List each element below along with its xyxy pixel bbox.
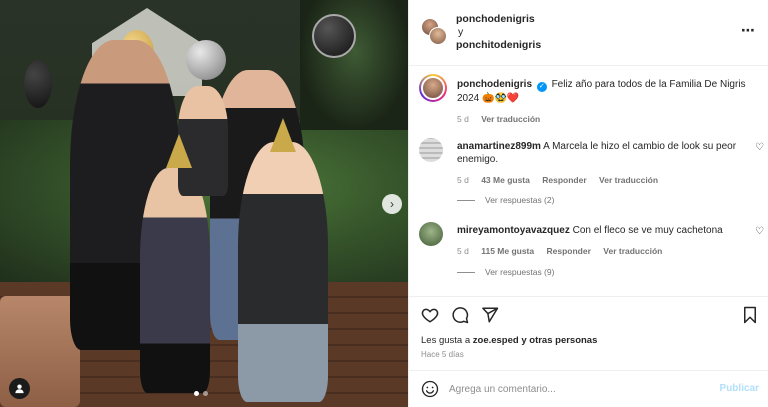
post-header: ponchodenigris y ponchitodenigris ⋯ [409, 0, 768, 66]
comment-time: 5 d [457, 246, 469, 256]
comment-body: mireyamontoyavazquez Con el fleco se ve … [457, 224, 747, 258]
comment-time: 5 d [457, 175, 469, 185]
avatar [429, 27, 447, 45]
story-ring-avatar[interactable] [419, 74, 447, 102]
replies-divider [457, 199, 475, 201]
author-conjunction: y [458, 26, 464, 38]
comment-likes[interactable]: 115 Me gusta [481, 246, 534, 256]
comment-composer: Publicar [409, 370, 768, 407]
caption-meta: 5 d Ver traducción [457, 113, 759, 126]
comment-likes[interactable]: 43 Me gusta [481, 175, 530, 185]
carousel-dot-active [194, 391, 199, 396]
see-translation-link[interactable]: Ver traducción [481, 114, 540, 124]
likes-prefix: Les gusta a [421, 335, 473, 346]
comment-icon[interactable] [451, 306, 469, 324]
like-comment-heart-icon[interactable]: ♡ [755, 142, 764, 153]
collab-avatars[interactable] [421, 18, 447, 46]
new-year-balloon [312, 14, 356, 58]
comment-body: anamartinez899m A Marcela le hizo el cam… [457, 140, 747, 187]
view-replies-button[interactable]: Ver respuestas (2) [457, 195, 554, 205]
post-photo[interactable]: › [0, 0, 408, 407]
person-boy [238, 142, 328, 402]
caption-username[interactable]: ponchodenigris [457, 79, 532, 90]
post-side-panel: ponchodenigris y ponchitodenigris ⋯ ponc… [408, 0, 768, 407]
carousel-dot [203, 391, 208, 396]
verified-badge-icon: ✓ [536, 82, 547, 92]
party-hat [166, 134, 192, 168]
comment-meta: 5 d 43 Me gusta Responder Ver traducción [457, 174, 747, 187]
bookmark-icon[interactable] [741, 306, 759, 324]
avatar [421, 76, 445, 100]
silver-balloon [186, 40, 226, 80]
likes-summary[interactable]: Les gusta a zoe.esped y otras personas [421, 335, 597, 346]
reply-button[interactable]: Responder [547, 246, 591, 256]
likes-suffix[interactable]: y otras personas [519, 335, 597, 346]
share-icon[interactable] [481, 306, 499, 324]
chevron-right-icon: › [390, 197, 394, 211]
emoji-icon[interactable] [421, 380, 439, 398]
comment-text: Con el fleco se ve muy cachetona [572, 225, 723, 236]
avatar[interactable] [419, 138, 443, 162]
user-icon [15, 384, 24, 394]
tagged-users-button[interactable] [9, 378, 30, 399]
person-girl [140, 168, 210, 393]
post-timestamp[interactable]: Hace 5 días [421, 350, 464, 359]
avatar[interactable] [419, 222, 443, 246]
see-translation-link[interactable]: Ver traducción [603, 246, 662, 256]
likes-user[interactable]: zoe.esped [473, 335, 519, 346]
author-username-primary[interactable]: ponchodenigris [456, 13, 541, 26]
replies-divider [457, 271, 475, 273]
publish-button[interactable]: Publicar [720, 383, 759, 394]
like-comment-heart-icon[interactable]: ♡ [755, 226, 764, 237]
caption-body: ponchodenigris ✓ Feliz año para todos de… [457, 78, 759, 126]
post-actions: Les gusta a zoe.esped y otras personas H… [409, 296, 768, 370]
reply-button[interactable]: Responder [542, 175, 586, 185]
comment-meta: 5 d 115 Me gusta Responder Ver traducció… [457, 245, 747, 258]
black-balloon [24, 60, 52, 108]
comment-input[interactable] [449, 380, 709, 398]
tree-background [300, 0, 408, 130]
comment-username[interactable]: anamartinez899m [457, 141, 541, 152]
comment-username[interactable]: mireyamontoyavazquez [457, 225, 570, 236]
carousel-next-button[interactable]: › [382, 194, 402, 214]
see-translation-link[interactable]: Ver traducción [599, 175, 658, 185]
action-icons [421, 306, 499, 324]
carousel-indicator [194, 391, 208, 396]
view-replies-button[interactable]: Ver respuestas (9) [457, 267, 554, 277]
party-hat [270, 118, 296, 152]
more-options-icon[interactable]: ⋯ [741, 22, 756, 39]
view-replies-label: Ver respuestas (2) [485, 195, 555, 205]
view-replies-label: Ver respuestas (9) [485, 267, 555, 277]
heart-icon[interactable] [421, 306, 439, 324]
post-authors: ponchodenigris y ponchitodenigris [456, 13, 541, 52]
caption-time: 5 d [457, 114, 469, 124]
author-username-secondary[interactable]: ponchitodenigris [456, 39, 541, 52]
